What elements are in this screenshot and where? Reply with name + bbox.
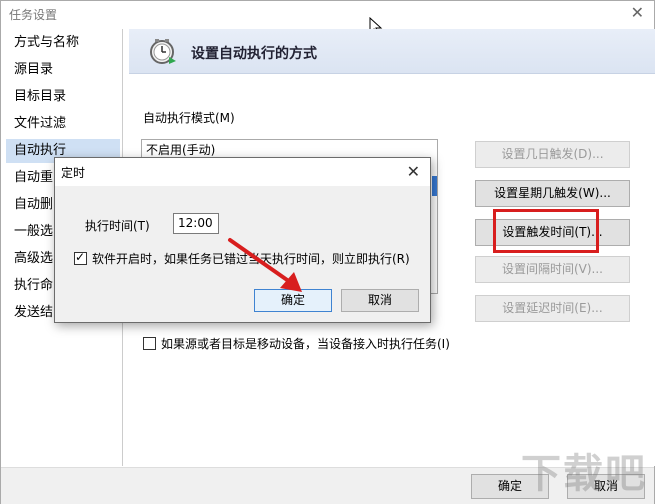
sidebar-item-mode-name[interactable]: 方式与名称 <box>6 31 120 55</box>
mobile-device-checkbox-row[interactable]: 如果源或者目标是移动设备，当设备接入时执行任务(I) <box>143 335 450 352</box>
sidebar-item-file-filter[interactable]: 文件过滤 <box>6 112 120 136</box>
execute-time-label: 执行时间(T) <box>85 219 150 233</box>
set-interval-button[interactable]: 设置间隔时间(V)... <box>475 256 630 283</box>
dialog-cancel-button[interactable]: 取消 <box>341 289 419 312</box>
mode-item-selected[interactable] <box>432 176 437 196</box>
section-header: 设置自动执行的方式 <box>129 29 655 74</box>
execute-time-input[interactable]: 12:00 <box>173 213 219 234</box>
sidebar-item-target-dir[interactable]: 目标目录 <box>6 85 120 109</box>
set-weekdays-button[interactable]: 设置星期几触发(W)... <box>475 180 630 207</box>
watermark-logo: 下载吧 <box>521 451 647 497</box>
sidebar-item-source-dir[interactable]: 源目录 <box>6 58 120 82</box>
highlight-box <box>493 209 599 253</box>
mode-label: 自动执行模式(M) <box>143 111 235 125</box>
section-title: 设置自动执行的方式 <box>191 46 317 62</box>
annotation-arrow-icon <box>228 238 302 292</box>
set-days-button[interactable]: 设置几日触发(D)... <box>475 141 630 168</box>
dialog-title-bar: 定时 ✕ <box>55 158 430 186</box>
title-bar: 任务设置 ✕ <box>1 1 654 27</box>
close-icon[interactable]: ✕ <box>631 3 644 22</box>
dialog-close-icon[interactable]: ✕ <box>407 162 420 181</box>
clock-icon <box>150 39 176 64</box>
startup-checkbox[interactable] <box>74 250 87 265</box>
window-title: 任务设置 <box>9 8 58 22</box>
dialog-title: 定时 <box>61 166 86 180</box>
mobile-device-checkbox[interactable] <box>143 337 156 350</box>
set-delay-button[interactable]: 设置延迟时间(E)... <box>475 295 630 322</box>
mobile-device-checkbox-label: 如果源或者目标是移动设备，当设备接入时执行任务(I) <box>161 337 450 351</box>
